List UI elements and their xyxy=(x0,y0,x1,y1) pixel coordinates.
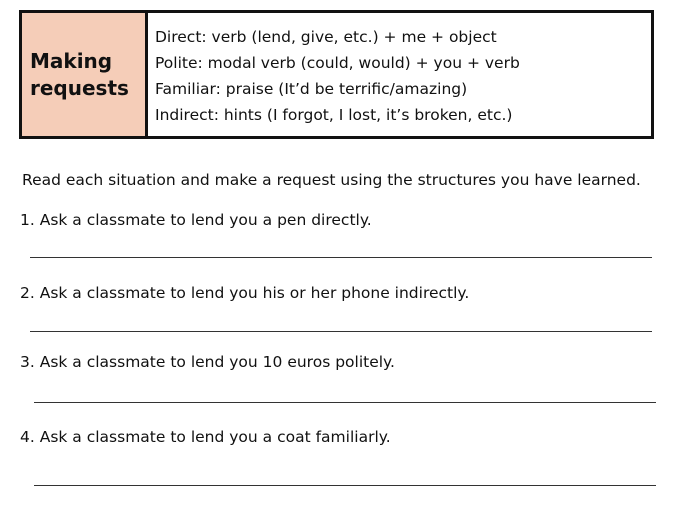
summary-title-cell: Making requests xyxy=(22,13,148,136)
summary-title-line-1: Making xyxy=(30,48,113,73)
question-2: 2. Ask a classmate to lend you his or he… xyxy=(20,284,470,302)
answer-line-3[interactable] xyxy=(34,402,656,403)
instructions: Read each situation and make a request u… xyxy=(22,171,641,189)
answer-line-1[interactable] xyxy=(30,257,652,258)
structure-direct: Direct: verb (lend, give, etc.) + me + o… xyxy=(155,28,497,46)
summary-box: Making requests Direct: verb (lend, give… xyxy=(19,10,654,139)
answer-line-2[interactable] xyxy=(30,331,652,332)
question-1: 1. Ask a classmate to lend you a pen dir… xyxy=(20,211,372,229)
structure-indirect: Indirect: hints (I forgot, I lost, it’s … xyxy=(155,106,513,124)
structure-polite: Polite: modal verb (could, would) + you … xyxy=(155,54,520,72)
summary-title: Making requests xyxy=(30,48,129,102)
summary-structures: Direct: verb (lend, give, etc.) + me + o… xyxy=(148,13,651,136)
answer-line-4[interactable] xyxy=(34,485,656,486)
question-4: 4. Ask a classmate to lend you a coat fa… xyxy=(20,428,391,446)
summary-title-line-2: requests xyxy=(30,75,129,100)
question-3: 3. Ask a classmate to lend you 10 euros … xyxy=(20,353,395,371)
structure-familiar: Familiar: praise (It’d be terrific/amazi… xyxy=(155,80,468,98)
